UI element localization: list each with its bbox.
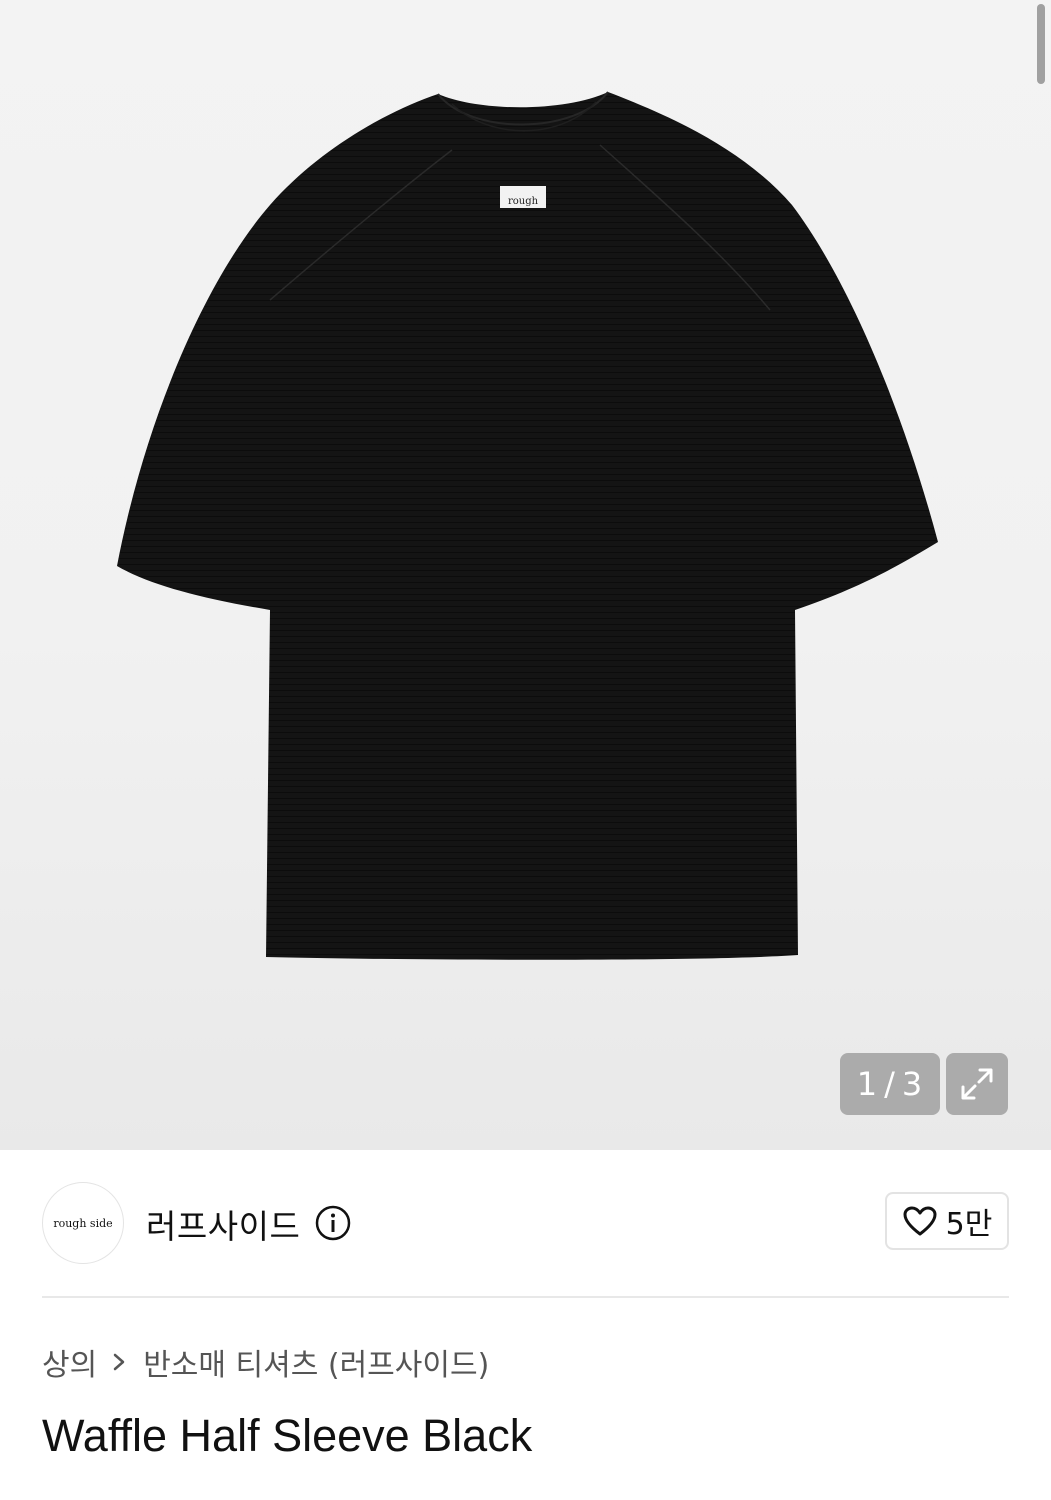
like-button[interactable]: 5만 <box>885 1192 1009 1250</box>
brand-row: rough side 러프사이드 5만 <box>42 1182 1009 1264</box>
breadcrumb-category[interactable]: 상의 <box>42 1340 97 1384</box>
counter-total: 3 <box>901 1065 924 1103</box>
brand-logo-text: rough side <box>53 1216 113 1230</box>
divider <box>42 1296 1009 1298</box>
product-image: rough <box>117 91 938 960</box>
chevron-right-icon <box>111 1350 127 1374</box>
counter-current: 1 <box>856 1065 879 1103</box>
svg-text:rough: rough <box>508 196 539 207</box>
brand-name[interactable]: 러프사이드 <box>146 1200 300 1248</box>
expand-icon <box>961 1068 993 1100</box>
image-counter: 1 / 3 <box>840 1053 940 1115</box>
product-image-gallery[interactable]: rough 1 / 3 <box>0 0 1051 1150</box>
breadcrumb: 상의 반소매 티셔츠 (러프사이드) <box>42 1340 489 1384</box>
product-title: Waffle Half Sleeve Black <box>42 1410 533 1461</box>
tshirt-shape <box>117 92 938 960</box>
counter-separator: / <box>884 1065 896 1103</box>
like-count: 5만 <box>945 1207 993 1242</box>
heart-icon <box>903 1206 937 1236</box>
scrollbar[interactable] <box>1037 4 1045 84</box>
expand-button[interactable] <box>946 1053 1008 1115</box>
breadcrumb-subcategory[interactable]: 반소매 티셔츠 (러프사이드) <box>143 1340 489 1384</box>
brand-logo[interactable]: rough side <box>42 1182 124 1264</box>
info-icon[interactable] <box>314 1204 352 1242</box>
